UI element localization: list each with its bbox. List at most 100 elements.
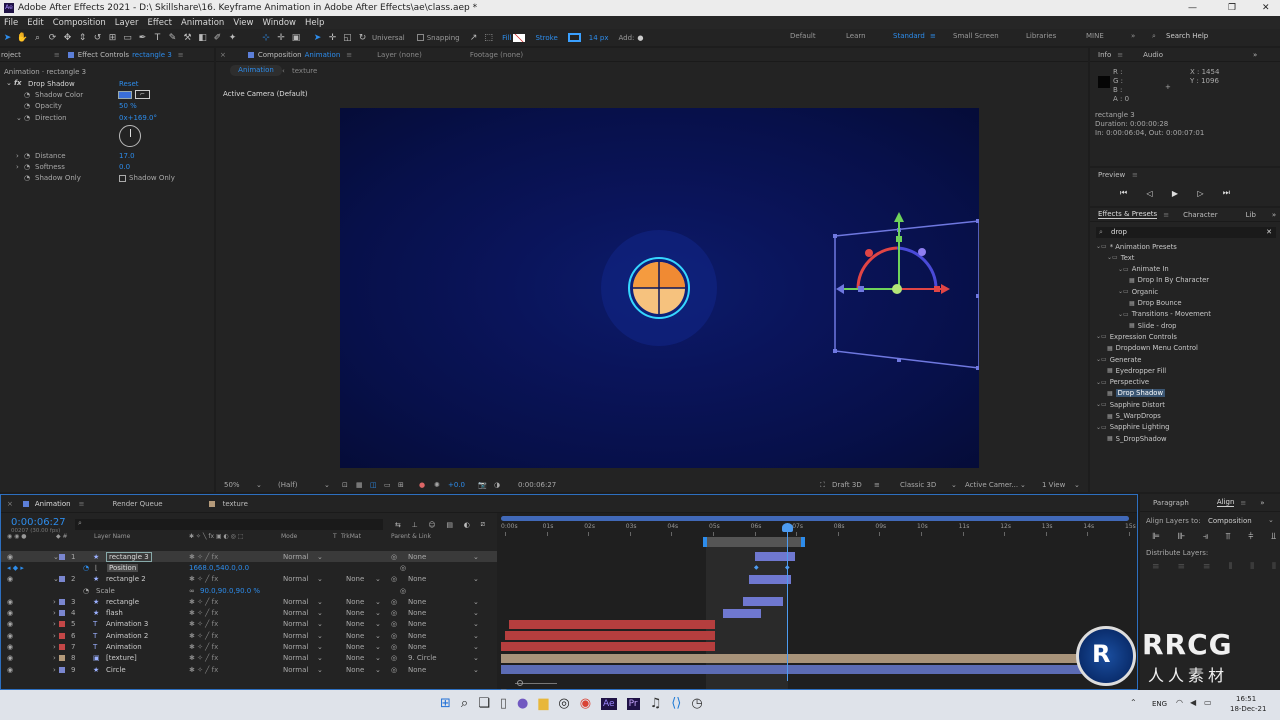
effects-presets-tab[interactable]: Effects & Presets	[1098, 210, 1158, 219]
draft-3d-toggle[interactable]: Draft 3D	[832, 481, 862, 489]
parent-pickwhip-icon[interactable]: ◎	[391, 553, 397, 561]
parent-dropdown[interactable]: None	[408, 553, 426, 561]
layer-number[interactable]: 8	[71, 654, 75, 662]
snap-edges-icon[interactable]: ⬚	[483, 32, 495, 44]
transparency-grid-icon[interactable]: ▦	[356, 481, 363, 489]
parent-dropdown[interactable]: None	[408, 666, 426, 674]
effects-tree-item[interactable]: ▦ Drop Bounce	[1129, 298, 1182, 309]
vscode-icon[interactable]: ⟨⟩	[671, 696, 681, 711]
pan-tool-icon[interactable]: ✥	[62, 32, 74, 44]
add-icon[interactable]: ●	[637, 34, 643, 42]
motion-blur-icon[interactable]: ◐	[464, 521, 470, 529]
view-axis-icon[interactable]: ▣	[290, 32, 302, 44]
trkmat-dropdown[interactable]: None	[346, 609, 364, 617]
chevron-down-icon[interactable]: ⌄	[375, 654, 381, 662]
align-right-icon[interactable]: ⫣	[1203, 532, 1208, 542]
shy-layers-icon[interactable]: ☺	[428, 521, 435, 529]
blend-mode-dropdown[interactable]: Normal	[283, 609, 308, 617]
effects-tree-item[interactable]: ⌄▭ Organic	[1118, 286, 1158, 297]
mode-header[interactable]: Mode	[281, 533, 297, 540]
panel-menu-icon[interactable]: ≡	[346, 51, 352, 59]
parent-dropdown[interactable]: None	[408, 632, 426, 640]
layer-number[interactable]: 7	[71, 643, 75, 651]
search-icon[interactable]: ⌕	[461, 696, 468, 711]
parent-dropdown[interactable]: None	[408, 609, 426, 617]
shape-layer-icon[interactable]: ★	[93, 575, 99, 583]
property-name[interactable]: Position	[107, 563, 139, 572]
tray-chevron-icon[interactable]: ⌃	[1130, 698, 1137, 707]
chevron-down-icon[interactable]: ⌄	[375, 575, 381, 583]
visibility-eye-icon[interactable]: ◉	[7, 553, 13, 561]
time-navigator[interactable]	[501, 516, 1129, 521]
twirl-icon[interactable]: ›	[53, 632, 56, 640]
visibility-eye-icon[interactable]: ◉	[7, 666, 13, 674]
trkmat-dropdown[interactable]: None	[346, 575, 364, 583]
layer-name-label[interactable]: [texture]	[106, 654, 137, 662]
comp-subtab-animation[interactable]: Animation	[230, 65, 282, 76]
layer-number[interactable]: 6	[71, 632, 75, 640]
chevron-down-icon[interactable]: ⌄	[473, 575, 479, 583]
effect-expand-icon[interactable]: ⌄	[6, 79, 12, 87]
expression-pickwhip-icon[interactable]: ◎	[400, 564, 406, 572]
parent-pickwhip-icon[interactable]: ◎	[391, 632, 397, 640]
label-color-swatch[interactable]	[59, 666, 65, 673]
effects-tree-item[interactable]: ⌄▭ Generate	[1096, 354, 1141, 365]
blend-mode-dropdown[interactable]: Normal	[283, 666, 308, 674]
layer-name-label[interactable]: flash	[106, 609, 123, 617]
draft-3d-icon[interactable]: ⊥	[412, 521, 418, 529]
parent-pickwhip-icon[interactable]: ◎	[391, 643, 397, 651]
distribute-right-icon[interactable]: ⦀	[1272, 562, 1276, 572]
chevron-down-icon[interactable]: ⌄	[473, 553, 479, 561]
shadow-color-swatch[interactable]	[118, 91, 132, 99]
file-manager-icon[interactable]: ▆	[538, 696, 548, 711]
chevron-down-icon[interactable]: ⌄	[317, 553, 323, 561]
world-axis-icon[interactable]: ✛	[275, 32, 287, 44]
paragraph-tab[interactable]: Paragraph	[1153, 499, 1189, 507]
draft-3d-icon[interactable]: ⛶	[820, 481, 825, 490]
layer-duration-bar[interactable]	[501, 653, 1129, 663]
composition-viewer[interactable]	[340, 108, 979, 468]
layer-row[interactable]: ◉ › 6 T Animation 2 ✱ ✧ ╱ fx Normal ⌄ None ⌄ ◎ None…	[1, 630, 497, 641]
text-layer-icon[interactable]: T	[93, 632, 97, 640]
layer-duration-bar[interactable]	[501, 665, 1129, 674]
obs-icon[interactable]: ◎	[558, 696, 569, 711]
layer-switches-icon[interactable]: ✱ ✧ ╱ fx	[189, 553, 218, 561]
info-tab[interactable]: Info	[1098, 51, 1111, 59]
prev-frame-icon[interactable]: ◁	[1146, 189, 1152, 198]
blend-mode-dropdown[interactable]: Normal	[283, 643, 308, 651]
twirl-icon[interactable]: ›	[53, 598, 56, 606]
rotate-3d-icon[interactable]: ↻	[357, 32, 369, 44]
timeline-graph-area[interactable]: 0:00s 01s 02s 03s 04s 05s 06s 07s 08s 09s 10s 11s 12…	[497, 513, 1137, 691]
distribute-top-icon[interactable]: ≡	[1152, 562, 1160, 572]
roto-brush-tool-icon[interactable]: ✐	[212, 32, 224, 44]
parent-header[interactable]: Parent & Link	[391, 533, 431, 540]
show-snapshot-icon[interactable]: ◑	[494, 481, 500, 489]
stopwatch-icon[interactable]: ◔	[83, 587, 89, 595]
timeline-tab-texture[interactable]: texture	[223, 500, 248, 508]
resolution-dropdown[interactable]: (Half)	[278, 481, 297, 489]
libraries-tab[interactable]: Lib	[1246, 211, 1256, 219]
softness-value[interactable]: 0.0	[119, 163, 130, 171]
layer-switches-icon[interactable]: ✱ ✧ ╱ fx	[189, 575, 218, 583]
property-name[interactable]: Scale	[96, 587, 115, 595]
layer-row[interactable]: ◉ ⌄ 2 ★ rectangle 2 ✱ ✧ ╱ fx Normal ⌄ None ⌄ ◎ None…	[1, 574, 497, 585]
shape-layer-icon[interactable]: ★	[93, 553, 99, 561]
layer-switches-icon[interactable]: ✱ ✧ ╱ fx	[189, 598, 218, 606]
expression-pickwhip-icon[interactable]: ◎	[400, 587, 406, 595]
stopwatch-icon[interactable]: ◔	[24, 91, 30, 99]
blend-mode-dropdown[interactable]: Normal	[283, 553, 308, 561]
chevron-down-icon[interactable]: ⌄	[317, 575, 323, 583]
type-tool-icon[interactable]: T	[152, 32, 164, 44]
layer-name-label[interactable]: Animation 2	[106, 632, 148, 640]
menu-file[interactable]: File	[4, 18, 18, 28]
menu-layer[interactable]: Layer	[115, 18, 139, 28]
view-layout-dropdown[interactable]: 1 View	[1042, 481, 1065, 489]
blend-mode-dropdown[interactable]: Normal	[283, 654, 308, 662]
menu-edit[interactable]: Edit	[27, 18, 43, 28]
fill-label[interactable]: Fill	[502, 34, 511, 42]
layer-name-header[interactable]: Layer Name	[94, 533, 130, 540]
orbit-tool-icon[interactable]: ⟳	[47, 32, 59, 44]
zoom-slider[interactable]: ▁	[501, 680, 1129, 691]
close-tab-icon[interactable]: ×	[7, 500, 13, 508]
layer-number[interactable]: 3	[71, 598, 75, 606]
